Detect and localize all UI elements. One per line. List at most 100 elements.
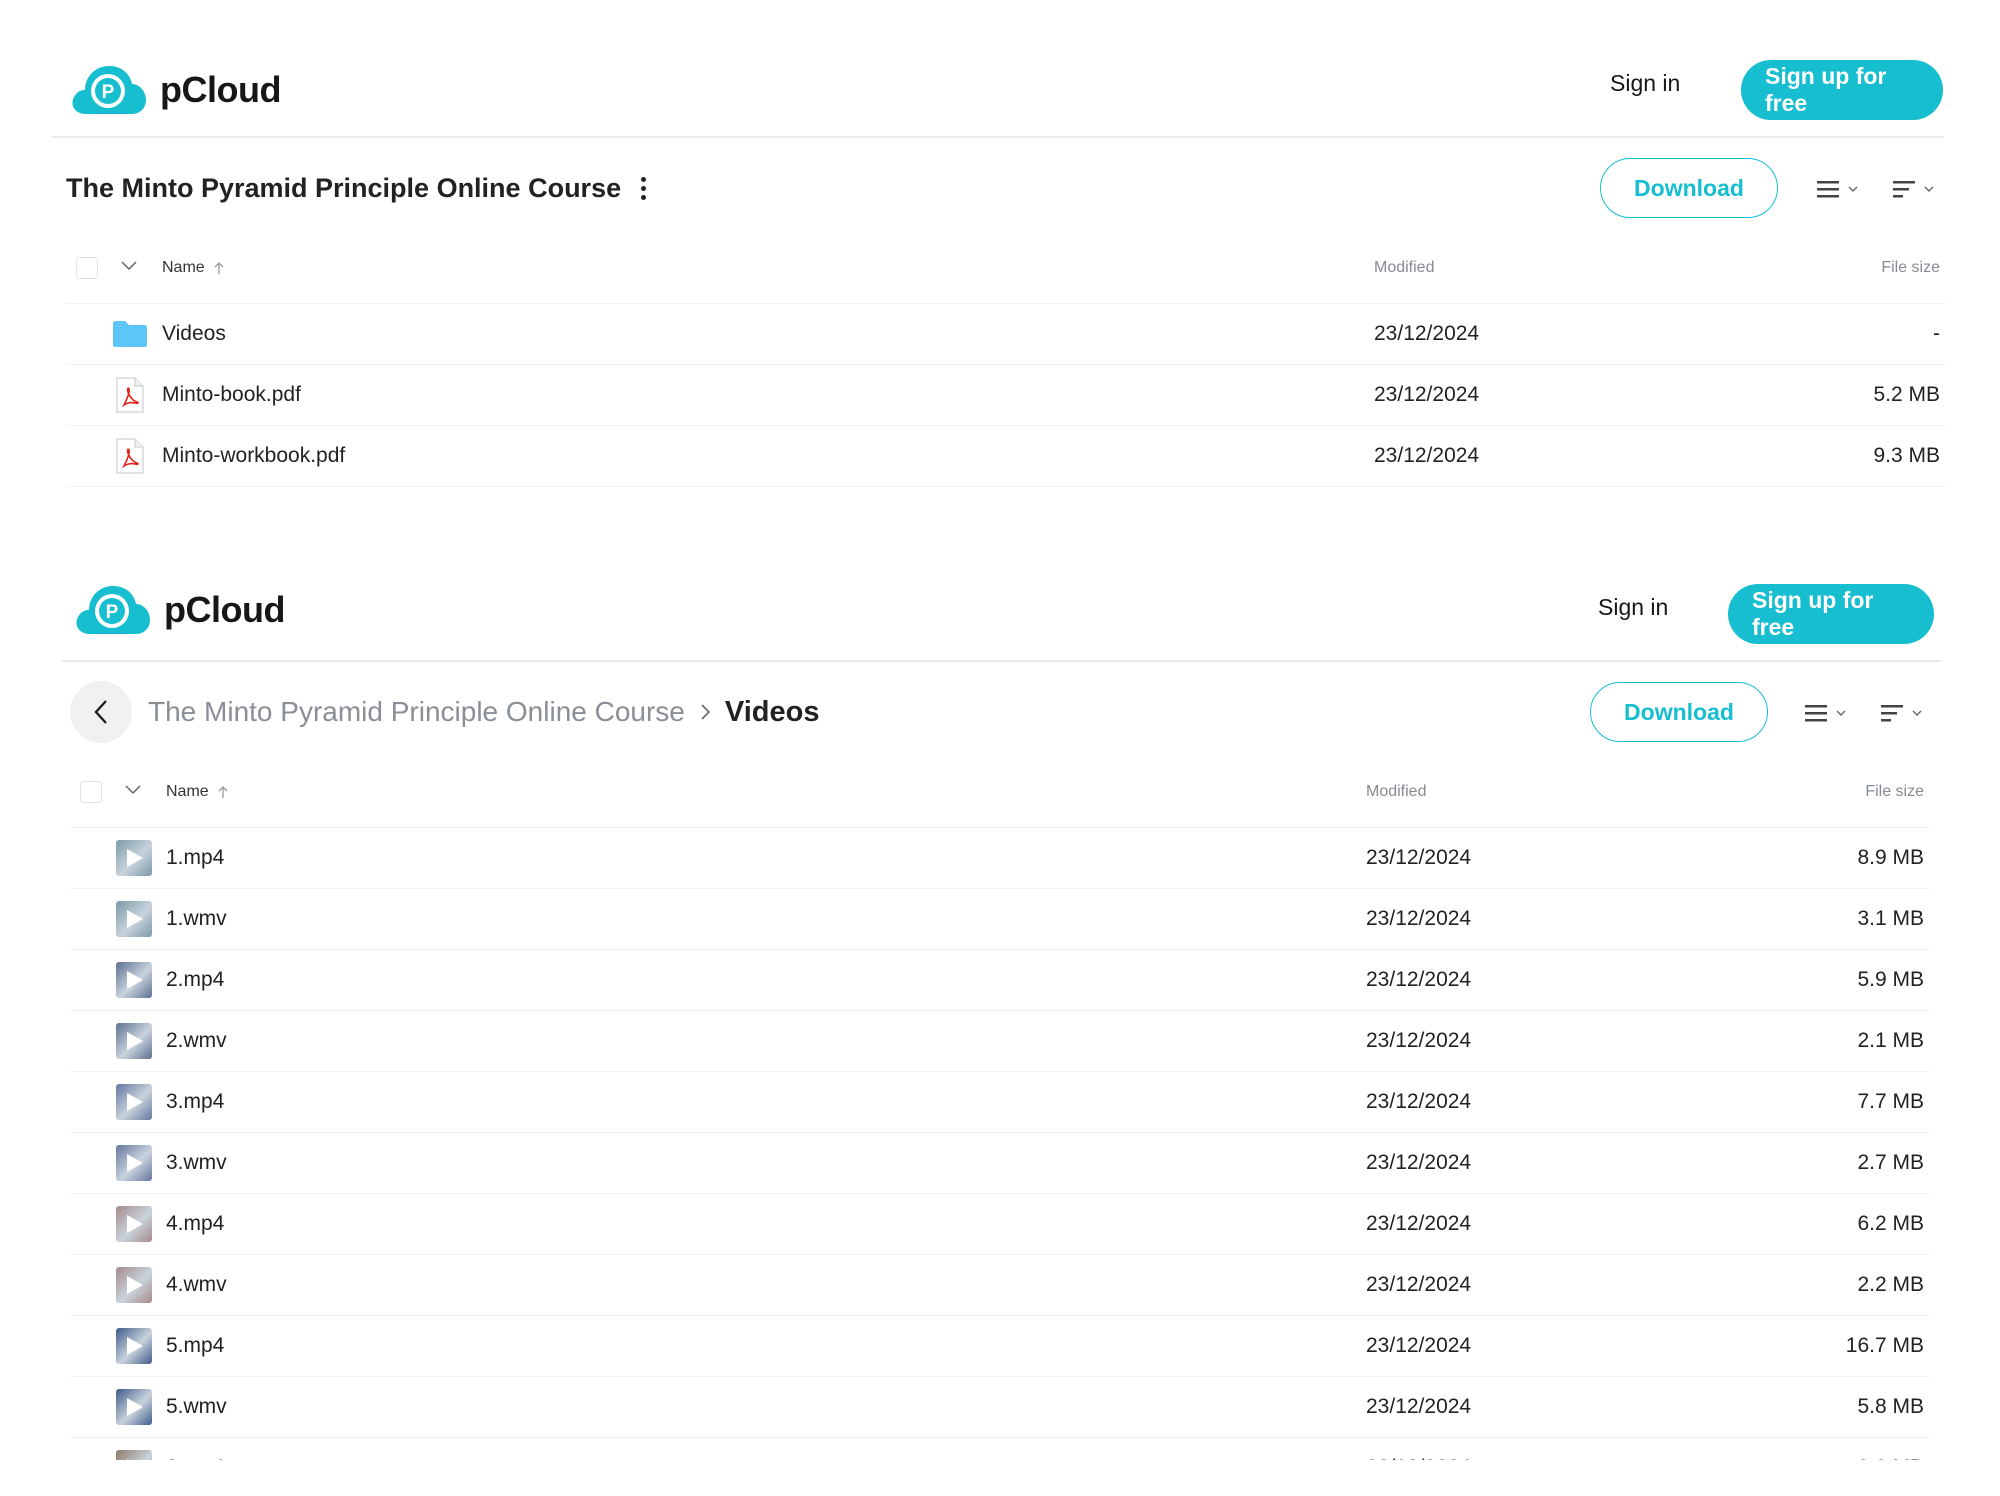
- logo-text: pCloud: [160, 69, 281, 110]
- video-thumbnail: [116, 1145, 152, 1181]
- breadcrumb-parent[interactable]: The Minto Pyramid Principle Online Cours…: [148, 696, 685, 728]
- file-size: 9.3 MB: [1873, 444, 1940, 467]
- modified-date: 23/12/2024: [1374, 444, 1480, 467]
- table-row[interactable]: 6.mp4 23/12/2024 9.9 MB: [70, 1438, 1930, 1460]
- file-name[interactable]: 3.wmv: [166, 1151, 227, 1175]
- file-name[interactable]: Minto-workbook.pdf: [162, 444, 345, 468]
- pdf-icon: [112, 377, 148, 413]
- modified-date: 23/12/2024: [1366, 1151, 1472, 1174]
- table-row[interactable]: 4.wmv 23/12/2024 2.2 MB: [70, 1255, 1930, 1316]
- table-row[interactable]: 1.wmv 23/12/2024 3.1 MB: [70, 889, 1930, 950]
- file-name[interactable]: 1.mp4: [166, 846, 224, 870]
- modified-date: 23/12/2024: [1366, 1212, 1472, 1235]
- sign-up-button[interactable]: Sign up for free: [1741, 60, 1943, 120]
- sort-icon: [1893, 181, 1915, 198]
- chevron-down-icon: [1924, 186, 1934, 192]
- file-name[interactable]: 5.wmv: [166, 1395, 227, 1419]
- folder-view-root: P pCloud Sign in Sign up for free The Mi…: [0, 0, 2000, 500]
- sign-in-link[interactable]: Sign in: [1610, 70, 1680, 97]
- table-row[interactable]: 3.mp4 23/12/2024 7.7 MB: [70, 1072, 1930, 1133]
- sort-toggle[interactable]: [1880, 702, 1922, 724]
- chevron-down-icon[interactable]: [120, 260, 138, 272]
- video-thumbnail-icon: [116, 1267, 152, 1303]
- file-name[interactable]: 4.mp4: [166, 1212, 224, 1236]
- file-size: 2.1 MB: [1857, 1029, 1924, 1052]
- table-row[interactable]: 3.wmv 23/12/2024 2.7 MB: [70, 1133, 1930, 1194]
- download-button[interactable]: Download: [1590, 682, 1768, 742]
- file-size: 2.2 MB: [1857, 1273, 1924, 1296]
- file-size: 9.9 MB: [1857, 1456, 1924, 1460]
- table-row[interactable]: 5.mp4 23/12/2024 16.7 MB: [70, 1316, 1930, 1377]
- play-icon: [127, 1276, 143, 1294]
- file-name[interactable]: Videos: [162, 322, 226, 346]
- column-name[interactable]: Name: [166, 783, 229, 801]
- file-name[interactable]: 5.mp4: [166, 1334, 224, 1358]
- file-name[interactable]: 2.mp4: [166, 968, 224, 992]
- file-name[interactable]: 6.mp4: [166, 1456, 224, 1460]
- table-row[interactable]: Minto-book.pdf 23/12/2024 5.2 MB: [66, 365, 1946, 426]
- column-file-size[interactable]: File size: [1865, 783, 1924, 801]
- table-header: Name Modified File size: [66, 232, 1946, 304]
- table-row[interactable]: 4.mp4 23/12/2024 6.2 MB: [70, 1194, 1930, 1255]
- svg-text:P: P: [102, 82, 115, 103]
- file-name[interactable]: 1.wmv: [166, 907, 227, 931]
- file-size: 8.9 MB: [1857, 846, 1924, 869]
- select-all-checkbox[interactable]: [76, 256, 98, 279]
- table-header: Name Modified File size: [70, 756, 1930, 828]
- folder-icon: [112, 316, 148, 352]
- table-row[interactable]: Minto-workbook.pdf 23/12/2024 9.3 MB: [66, 426, 1946, 487]
- play-icon: [127, 1215, 143, 1233]
- file-name[interactable]: Minto-book.pdf: [162, 383, 301, 407]
- modified-date: 23/12/2024: [1366, 1395, 1472, 1418]
- modified-date: 23/12/2024: [1366, 846, 1472, 869]
- table-row[interactable]: 2.mp4 23/12/2024 5.9 MB: [70, 950, 1930, 1011]
- modified-date: 23/12/2024: [1366, 1273, 1472, 1296]
- play-icon: [127, 1459, 143, 1460]
- file-size: 7.7 MB: [1857, 1090, 1924, 1113]
- play-icon: [127, 971, 143, 989]
- column-file-size[interactable]: File size: [1881, 259, 1940, 277]
- play-icon: [127, 1032, 143, 1050]
- column-modified[interactable]: Modified: [1374, 259, 1434, 277]
- sort-toggle[interactable]: [1892, 178, 1934, 200]
- video-thumbnail-icon: [116, 901, 152, 937]
- download-button[interactable]: Download: [1600, 158, 1778, 218]
- video-thumbnail: [116, 1389, 152, 1425]
- chevron-down-icon[interactable]: [124, 784, 142, 796]
- back-button[interactable]: [70, 681, 132, 743]
- sign-up-button[interactable]: Sign up for free: [1728, 584, 1934, 644]
- video-thumbnail: [116, 901, 152, 937]
- chevron-right-icon: [701, 704, 711, 720]
- column-name[interactable]: Name: [162, 259, 225, 277]
- play-icon: [127, 1398, 143, 1416]
- video-thumbnail-icon: [116, 1145, 152, 1181]
- file-name[interactable]: 4.wmv: [166, 1273, 227, 1297]
- file-name[interactable]: 3.mp4: [166, 1090, 224, 1114]
- play-icon: [127, 1337, 143, 1355]
- select-all-checkbox[interactable]: [80, 780, 102, 803]
- video-thumbnail: [116, 962, 152, 998]
- file-name[interactable]: 2.wmv: [166, 1029, 227, 1053]
- video-thumbnail-icon: [116, 1450, 152, 1460]
- table-row[interactable]: 2.wmv 23/12/2024 2.1 MB: [70, 1011, 1930, 1072]
- pcloud-logo[interactable]: P pCloud: [68, 62, 281, 118]
- file-size: 2.7 MB: [1857, 1151, 1924, 1174]
- column-modified[interactable]: Modified: [1366, 783, 1426, 801]
- view-mode-toggle[interactable]: [1816, 178, 1858, 200]
- video-thumbnail-icon: [116, 962, 152, 998]
- more-options-icon[interactable]: [633, 173, 653, 203]
- play-icon: [127, 910, 143, 928]
- sign-in-link[interactable]: Sign in: [1598, 594, 1668, 621]
- view-mode-toggle[interactable]: [1804, 702, 1846, 724]
- play-icon: [127, 1154, 143, 1172]
- video-file-list: 1.mp4 23/12/2024 8.9 MB 1.wmv 23/12/2024 3.1 …: [70, 828, 1930, 1460]
- file-size: -: [1933, 322, 1940, 345]
- chevron-down-icon: [1848, 186, 1858, 192]
- table-row[interactable]: 1.mp4 23/12/2024 8.9 MB: [70, 828, 1930, 889]
- chevron-down-icon: [1836, 710, 1846, 716]
- file-size: 3.1 MB: [1857, 907, 1924, 930]
- pcloud-logo[interactable]: P pCloud: [72, 582, 285, 638]
- folder-title: The Minto Pyramid Principle Online Cours…: [66, 172, 622, 203]
- table-row[interactable]: 5.wmv 23/12/2024 5.8 MB: [70, 1377, 1930, 1438]
- table-row[interactable]: Videos 23/12/2024 -: [66, 304, 1946, 365]
